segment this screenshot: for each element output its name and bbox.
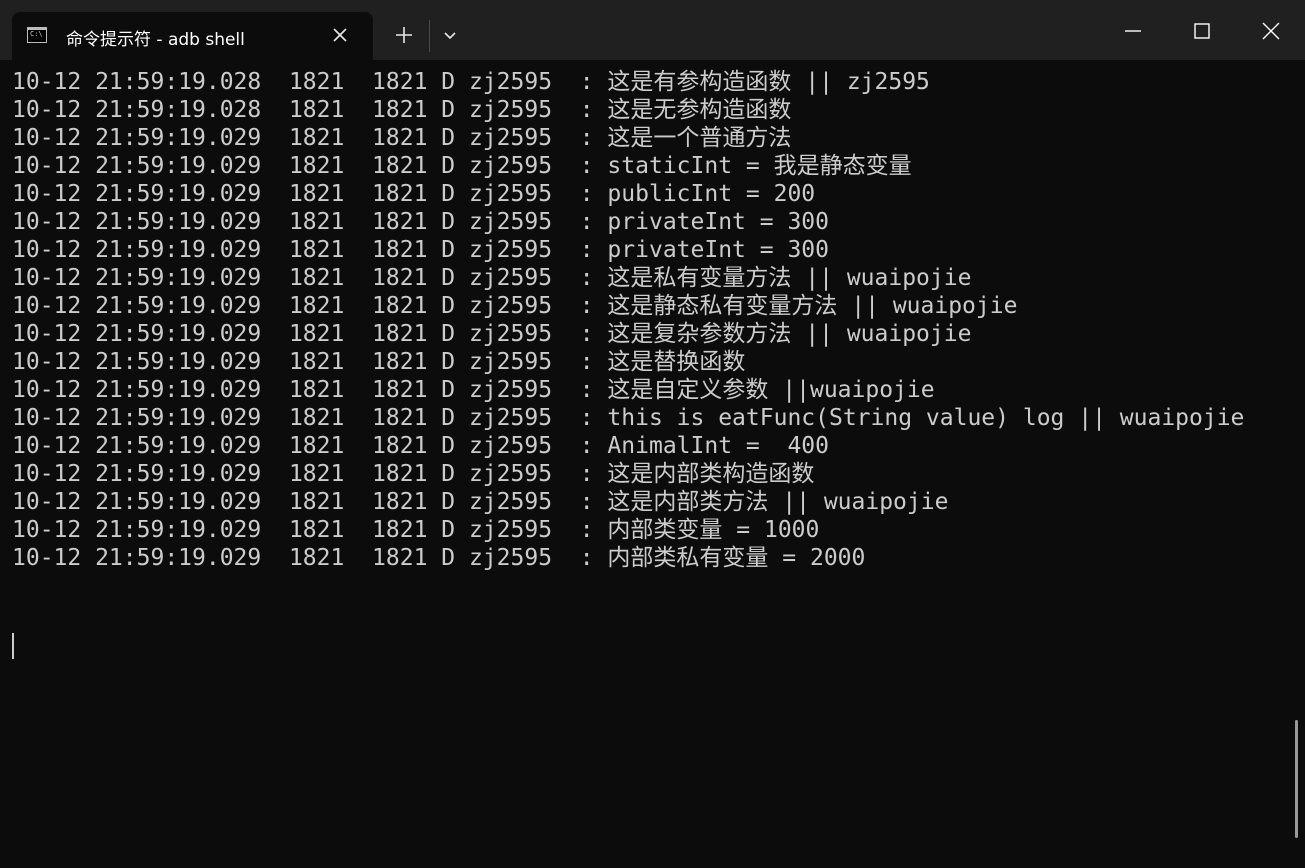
log-line: 10-12 21:59:19.028 1821 1821 D zj2595 : … <box>12 97 792 123</box>
log-line: 10-12 21:59:19.029 1821 1821 D zj2595 : … <box>12 153 912 179</box>
close-icon <box>1262 22 1280 40</box>
title-bar[interactable]: C:\ 命令提示符 - adb shell <box>0 0 1305 60</box>
log-line: 10-12 21:59:19.029 1821 1821 D zj2595 : … <box>12 293 1018 319</box>
maximize-icon <box>1194 23 1210 39</box>
minimize-button[interactable] <box>1098 0 1167 60</box>
tab-divider <box>429 20 430 52</box>
close-icon <box>333 28 347 42</box>
log-line: 10-12 21:59:19.029 1821 1821 D zj2595 : … <box>12 209 829 235</box>
new-tab-button[interactable] <box>388 19 420 51</box>
tab-adb-shell[interactable]: C:\ 命令提示符 - adb shell <box>12 12 373 60</box>
close-tab-button[interactable] <box>326 21 354 49</box>
log-line: 10-12 21:59:19.029 1821 1821 D zj2595 : … <box>12 321 972 347</box>
log-line: 10-12 21:59:19.029 1821 1821 D zj2595 : … <box>12 265 972 291</box>
tab-dropdown-button[interactable] <box>436 20 464 52</box>
log-lines: 10-12 21:59:19.028 1821 1821 D zj2595 : … <box>12 68 1244 572</box>
log-line: 10-12 21:59:19.029 1821 1821 D zj2595 : … <box>12 181 816 207</box>
log-line: 10-12 21:59:19.029 1821 1821 D zj2595 : … <box>12 489 949 515</box>
chevron-down-icon <box>444 32 456 40</box>
tab-title: 命令提示符 - adb shell <box>66 30 245 50</box>
log-line: 10-12 21:59:19.029 1821 1821 D zj2595 : … <box>12 545 866 571</box>
minimize-icon <box>1125 30 1141 32</box>
maximize-button[interactable] <box>1167 0 1236 60</box>
plus-icon <box>396 27 412 43</box>
log-line: 10-12 21:59:19.029 1821 1821 D zj2595 : … <box>12 433 829 459</box>
log-line: 10-12 21:59:19.029 1821 1821 D zj2595 : … <box>12 125 792 151</box>
log-line: 10-12 21:59:19.029 1821 1821 D zj2595 : … <box>12 377 935 403</box>
log-line: 10-12 21:59:19.029 1821 1821 D zj2595 : … <box>12 237 829 263</box>
log-line: 10-12 21:59:19.029 1821 1821 D zj2595 : … <box>12 405 1245 431</box>
log-line: 10-12 21:59:19.029 1821 1821 D zj2595 : … <box>12 349 746 375</box>
close-window-button[interactable] <box>1236 0 1305 60</box>
scrollbar[interactable] <box>1295 720 1298 838</box>
text-cursor <box>12 633 14 659</box>
log-line: 10-12 21:59:19.028 1821 1821 D zj2595 : … <box>12 69 930 95</box>
cmd-icon: C:\ <box>27 27 47 43</box>
log-line: 10-12 21:59:19.029 1821 1821 D zj2595 : … <box>12 461 815 487</box>
log-line: 10-12 21:59:19.029 1821 1821 D zj2595 : … <box>12 517 820 543</box>
